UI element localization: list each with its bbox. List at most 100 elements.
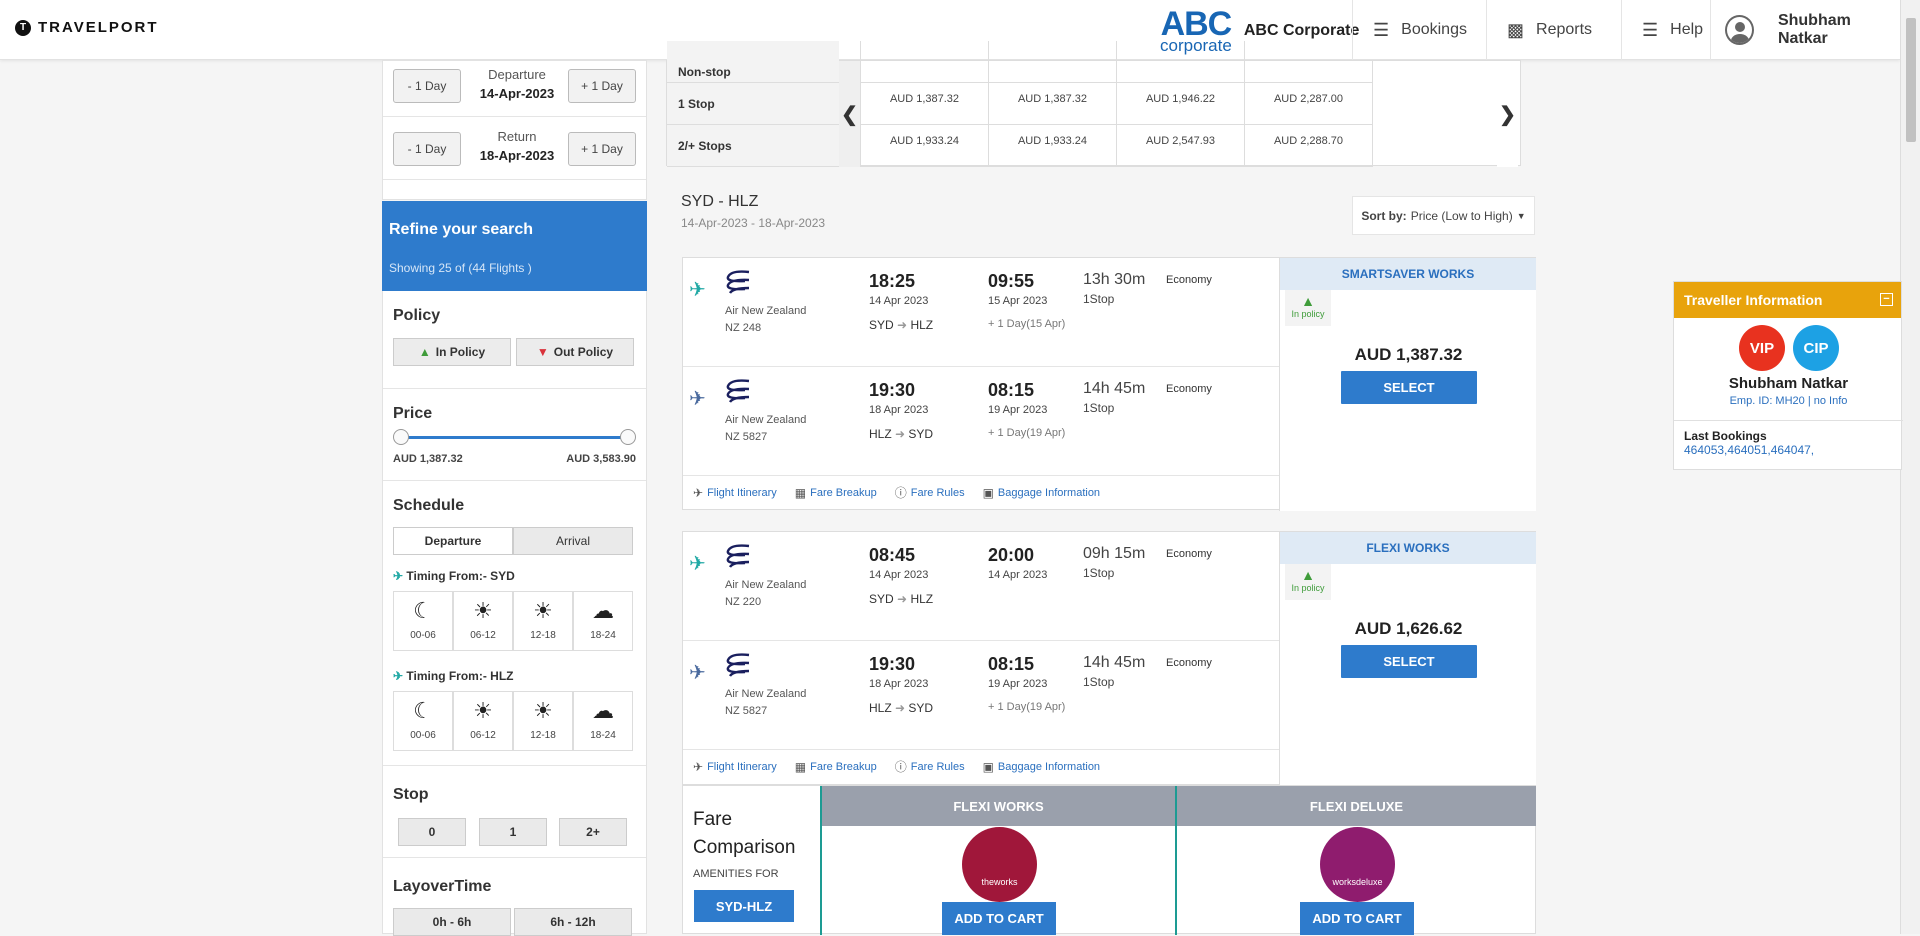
fare-column-title: FLEXI WORKS	[822, 786, 1175, 826]
travelport-logo[interactable]: T TRAVELPORT	[15, 19, 159, 36]
select-button[interactable]: SELECT	[1341, 645, 1477, 678]
in-policy-button[interactable]: ▲ In Policy	[393, 338, 511, 366]
last-bookings: Last Bookings 464053,464051,464047,	[1674, 420, 1903, 465]
plane-icon: ✈	[689, 553, 706, 575]
arrow-right-icon: ➜	[897, 592, 908, 606]
price-slider-track[interactable]	[401, 436, 627, 439]
stop-1-button[interactable]: 1	[479, 818, 547, 846]
sunrise-icon: ☀	[473, 698, 493, 723]
cabin-class: Economy	[1166, 274, 1212, 286]
moon-icon: ☾	[413, 598, 433, 623]
fare-breakup-link[interactable]: ▦ Fare Breakup	[795, 484, 877, 501]
out-policy-button[interactable]: ▼ Out Policy	[516, 338, 634, 366]
collapse-icon[interactable]: −	[1880, 293, 1893, 306]
fare-rules-link[interactable]: ⓘ Fare Rules	[895, 758, 965, 775]
layover-6-12-button[interactable]: 6h - 12h	[514, 908, 632, 936]
timing-hlz-18-24[interactable]: ☁ 18-24	[573, 691, 633, 751]
fare-rules-link[interactable]: ⓘ Fare Rules	[895, 484, 965, 501]
page-scrollbar[interactable]	[1900, 0, 1920, 934]
matrix-cell[interactable]: AUD 2,547.93	[1116, 125, 1244, 167]
timing-syd-00-06[interactable]: ☾ 00-06	[393, 591, 453, 651]
last-bookings-links[interactable]: 464053,464051,464047,	[1684, 443, 1814, 457]
scrollbar-thumb[interactable]	[1906, 18, 1916, 142]
travelport-mark-icon: T	[15, 19, 31, 36]
duration: 09h 15m 1Stop	[1083, 545, 1146, 580]
stop-2plus-button[interactable]: 2+	[559, 818, 627, 846]
airline-name: Air New Zealand	[725, 579, 807, 591]
return-leg: ✈ Air New Zealand NZ 5827 19:30 18 Apr 202…	[683, 367, 1279, 476]
arrow-right-icon: ➜	[895, 701, 906, 715]
baggage-information-link[interactable]: ▣ Baggage Information	[983, 758, 1100, 775]
matrix-cell[interactable]: AUD 2,287.00	[1244, 83, 1372, 125]
plane-icon: ✈	[689, 662, 706, 684]
amenities-route-button[interactable]: SYD-HLZ	[694, 890, 794, 922]
flight-itinerary-link[interactable]: ✈ Flight Itinerary	[693, 484, 777, 501]
matrix-prev-arrow-icon[interactable]: ❮	[839, 61, 860, 167]
matrix-next-arrow-icon[interactable]: ❯	[1497, 61, 1518, 167]
outbound-leg: ✈ Air New Zealand NZ 248 18:25 14 Apr 2023…	[683, 258, 1279, 367]
departure-minus-day-button[interactable]: - 1 Day	[393, 69, 461, 103]
add-to-cart-button[interactable]: ADD TO CART	[1300, 902, 1414, 935]
select-button[interactable]: SELECT	[1341, 371, 1477, 404]
departure-time: 19:30 18 Apr 2023	[869, 654, 929, 690]
flight-detail-links: ✈ Flight Itinerary ▦ Fare Breakup ⓘ Fare Ru…	[693, 758, 1118, 775]
nav-reports[interactable]: ▩ Reports	[1486, 0, 1621, 60]
timing-hlz-00-06[interactable]: ☾ 00-06	[393, 691, 453, 751]
origin-destination: HLZ ➜ SYD	[869, 701, 934, 715]
bar-chart-icon: ▩	[1507, 19, 1525, 40]
fare-name: SMARTSAVER WORKS	[1280, 258, 1536, 290]
matrix-cell[interactable]	[1244, 41, 1372, 83]
timing-syd-18-24[interactable]: ☁ 18-24	[573, 591, 633, 651]
matrix-cell[interactable]: AUD 1,933.24	[860, 125, 988, 167]
timing-syd-06-12[interactable]: ☀ 06-12	[453, 591, 513, 651]
fare-column-flexi-works: FLEXI WORKS theworks ADD TO CART	[820, 786, 1175, 935]
matrix-cell[interactable]: AUD 1,387.32	[988, 83, 1116, 125]
cabin-class: Economy	[1166, 548, 1212, 560]
sun-icon: ☀	[533, 698, 553, 723]
info-icon: ⓘ	[894, 760, 907, 774]
schedule-filter: Schedule Departure Arrival ✈ Timing From…	[383, 481, 646, 766]
stop-0-button[interactable]: 0	[398, 818, 466, 846]
arrival-time: 09:55 15 Apr 2023	[988, 271, 1048, 307]
baggage-information-link[interactable]: ▣ Baggage Information	[983, 484, 1100, 501]
nav-bookings[interactable]: ☰ Bookings	[1352, 0, 1486, 60]
matrix-cell[interactable]: AUD 2,288.70	[1244, 125, 1372, 167]
sun-icon: ☀	[533, 598, 553, 623]
layover-0-6-button[interactable]: 0h - 6h	[393, 908, 511, 936]
fare-price: AUD 1,626.62	[1354, 619, 1463, 638]
departure-plus-day-button[interactable]: + 1 Day	[568, 69, 636, 103]
timing-hlz-12-18[interactable]: ☀ 12-18	[513, 691, 573, 751]
return-plus-day-button[interactable]: + 1 Day	[568, 132, 636, 166]
duration: 13h 30m 1Stop	[1083, 271, 1146, 306]
policy-title: Policy	[393, 307, 441, 324]
matrix-cell[interactable]	[988, 41, 1116, 83]
matrix-cell[interactable]: AUD 1,933.24	[988, 125, 1116, 167]
return-minus-day-button[interactable]: - 1 Day	[393, 132, 461, 166]
fare-breakup-link[interactable]: ▦ Fare Breakup	[795, 758, 877, 775]
matrix-cell[interactable]	[860, 41, 988, 83]
next-day-note: + 1 Day(19 Apr)	[988, 427, 1066, 439]
flight-number: NZ 248	[725, 322, 762, 334]
price-max-value: AUD 3,583.90	[566, 453, 636, 465]
sort-dropdown[interactable]: Sort by: Price (Low to High) ▼	[1352, 196, 1535, 235]
airline-name: Air New Zealand	[725, 688, 807, 700]
timing-hlz-06-12[interactable]: ☀ 06-12	[453, 691, 513, 751]
thumbs-up-icon: ▲	[1301, 567, 1315, 583]
refine-search-header: Refine your search Showing 25 of (44 Fli…	[382, 201, 647, 291]
caret-down-icon: ▼	[1516, 210, 1526, 221]
departure-tab[interactable]: Departure	[393, 527, 513, 555]
nav-help[interactable]: ☰ Help	[1621, 0, 1710, 60]
add-to-cart-button[interactable]: ADD TO CART	[942, 902, 1056, 935]
matrix-cell[interactable]	[1116, 41, 1244, 83]
user-menu[interactable]: Shubham Natkar	[1710, 0, 1900, 60]
price-title: Price	[393, 405, 433, 422]
flight-itinerary-link[interactable]: ✈ Flight Itinerary	[693, 758, 777, 775]
price-max-handle[interactable]	[620, 429, 636, 445]
moon-icon: ☾	[413, 698, 433, 723]
price-min-handle[interactable]	[393, 429, 409, 445]
matrix-cell[interactable]: AUD 1,946.22	[1116, 83, 1244, 125]
matrix-cell[interactable]: AUD 1,387.32	[860, 83, 988, 125]
arrival-tab[interactable]: Arrival	[513, 527, 633, 555]
timing-syd-12-18[interactable]: ☀ 12-18	[513, 591, 573, 651]
employee-id[interactable]: Emp. ID: MH20 | no Info	[1674, 395, 1903, 407]
